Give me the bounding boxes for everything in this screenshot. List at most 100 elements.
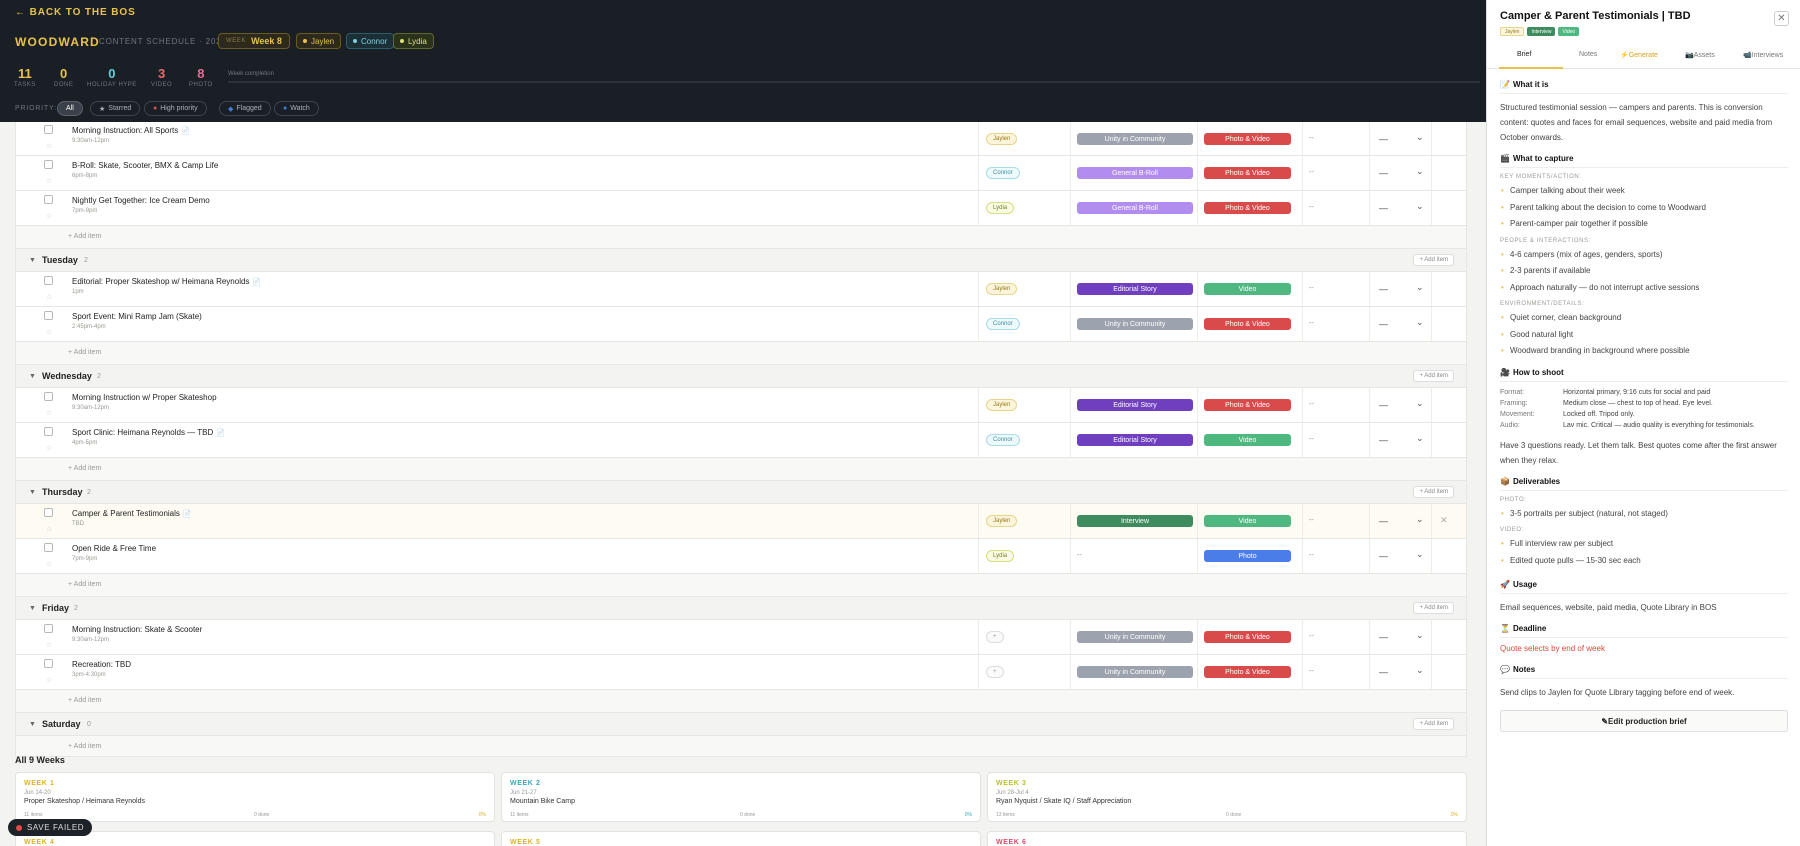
format-tag[interactable]: Photo (1204, 550, 1291, 562)
status-value[interactable]: — (1379, 551, 1388, 561)
format-tag[interactable]: Photo & Video (1204, 318, 1291, 330)
table-row[interactable]: ☆ Sport Clinic: Heimana Reynolds — TBD 📄 … (15, 423, 1467, 458)
chip-watch[interactable]: ● Watch (274, 101, 319, 116)
day-header-wednesday[interactable]: ▼ Wednesday 2 + Add item (15, 365, 1467, 388)
row-checkbox[interactable] (44, 311, 53, 320)
assignee-pill[interactable]: Jaylen (986, 133, 1018, 145)
assignee-pill[interactable]: Connor (986, 167, 1020, 179)
table-row[interactable]: ☆ Open Ride & Free Time 7pm-9pm Lydia --… (15, 539, 1467, 574)
filter-connor[interactable]: Connor (346, 33, 395, 49)
chevron-down-icon[interactable]: ⌄ (1416, 282, 1424, 293)
row-checkbox[interactable] (44, 624, 53, 633)
due-value[interactable]: -- (1309, 320, 1314, 327)
due-value[interactable]: -- (1309, 285, 1314, 292)
collapse-icon[interactable]: ▼ (29, 605, 36, 612)
add-item-button[interactable]: + Add item (68, 581, 101, 588)
star-icon[interactable]: ☆ (46, 328, 52, 336)
star-icon[interactable]: ☆ (46, 293, 52, 301)
category-tag[interactable]: General B-Roll (1077, 202, 1193, 214)
format-tag[interactable]: Photo & Video (1204, 666, 1291, 678)
table-row-selected[interactable]: ☆ Camper & Parent Testimonials 📄 TBD Jayl… (15, 504, 1467, 539)
status-value[interactable]: — (1379, 400, 1388, 410)
tab-generate[interactable]: ⚡Generate (1620, 51, 1658, 59)
filter-jaylen[interactable]: Jaylen (296, 33, 342, 49)
category-tag[interactable]: Unity in Community (1077, 318, 1193, 330)
add-item-button[interactable]: + Add item (68, 465, 101, 472)
week-card[interactable]: WEEK 2 Jun 21-27 Mountain Bike Camp 11 i… (501, 772, 981, 822)
status-value[interactable]: — (1379, 319, 1388, 329)
row-title[interactable]: Recreation: TBD (72, 660, 131, 669)
chevron-down-icon[interactable]: ⌄ (1416, 630, 1424, 641)
save-status-toast[interactable]: SAVE FAILED (8, 819, 93, 836)
filter-lydia[interactable]: Lydia (393, 33, 434, 49)
due-value[interactable]: -- (1309, 436, 1314, 443)
row-title[interactable]: Nightly Get Together: Ice Cream Demo (72, 196, 210, 205)
row-checkbox[interactable] (44, 392, 53, 401)
table-row[interactable]: ☆ Recreation: TBD 3pm-4:30pm + Unity in … (15, 655, 1467, 690)
star-icon[interactable]: ☆ (46, 212, 52, 220)
format-tag[interactable]: Photo & Video (1204, 167, 1291, 179)
due-value[interactable]: -- (1309, 668, 1314, 675)
table-row[interactable]: ☆ Nightly Get Together: Ice Cream Demo 7… (15, 191, 1467, 226)
add-item-button[interactable]: + Add item (1413, 370, 1454, 382)
due-value[interactable]: -- (1309, 169, 1314, 176)
row-checkbox[interactable] (44, 195, 53, 204)
add-item-button[interactable]: + Add item (68, 233, 101, 240)
format-tag[interactable]: Photo & Video (1204, 631, 1291, 643)
due-value[interactable]: -- (1309, 633, 1314, 640)
add-item-button[interactable]: + Add item (68, 349, 101, 356)
assignee-pill[interactable]: Connor (986, 318, 1020, 330)
tab-brief[interactable]: Brief (1517, 51, 1531, 58)
row-title[interactable]: Morning Instruction w/ Proper Skateshop (72, 393, 217, 402)
week-card[interactable]: WEEK 6 (987, 831, 1467, 846)
collapse-icon[interactable]: ▼ (29, 489, 36, 496)
add-item-row[interactable]: + Add item (15, 458, 1467, 481)
chip-high-priority[interactable]: ● High priority (144, 101, 207, 116)
remove-row-icon[interactable]: ✕ (1440, 515, 1448, 526)
row-checkbox[interactable] (44, 543, 53, 552)
assignee-pill[interactable]: Connor (986, 434, 1020, 446)
table-row[interactable]: ☆ Morning Instruction: All Sports 📄 9:30a… (15, 122, 1467, 156)
add-item-button[interactable]: + Add item (1413, 486, 1454, 498)
assignee-pill[interactable]: Jaylen (986, 283, 1018, 295)
due-value[interactable]: -- (1309, 401, 1314, 408)
due-value[interactable]: -- (1309, 204, 1314, 211)
edit-brief-button[interactable]: ✎ Edit production brief (1500, 710, 1788, 732)
row-checkbox[interactable] (44, 160, 53, 169)
row-title[interactable]: Sport Clinic: Heimana Reynolds — TBD 📄 (72, 428, 225, 437)
star-icon[interactable]: ☆ (46, 525, 52, 533)
day-header-saturday[interactable]: ▼ Saturday 0 + Add item (15, 713, 1467, 736)
star-icon[interactable]: ☆ (46, 177, 52, 185)
day-header-thursday[interactable]: ▼ Thursday 2 + Add item (15, 481, 1467, 504)
add-item-button[interactable]: + Add item (68, 743, 101, 750)
add-item-row[interactable]: + Add item (15, 690, 1467, 713)
collapse-icon[interactable]: ▼ (29, 373, 36, 380)
assignee-pill[interactable]: Jaylen (986, 515, 1018, 527)
add-item-row[interactable]: + Add item (15, 226, 1467, 249)
row-checkbox[interactable] (44, 125, 53, 134)
row-checkbox[interactable] (44, 508, 53, 517)
row-title[interactable]: Morning Instruction: Skate & Scooter (72, 625, 202, 634)
due-value[interactable]: -- (1309, 552, 1314, 559)
row-title[interactable]: Camper & Parent Testimonials 📄 (72, 509, 192, 518)
due-value[interactable]: -- (1309, 135, 1314, 142)
category-tag[interactable]: Unity in Community (1077, 666, 1193, 678)
status-value[interactable]: — (1379, 284, 1388, 294)
row-checkbox[interactable] (44, 659, 53, 668)
category-tag[interactable]: Unity in Community (1077, 133, 1193, 145)
back-link[interactable]: ← BACK TO THE BOS (15, 7, 136, 18)
status-value[interactable]: — (1379, 168, 1388, 178)
due-value[interactable]: -- (1309, 517, 1314, 524)
row-checkbox[interactable] (44, 276, 53, 285)
chevron-down-icon[interactable]: ⌄ (1416, 514, 1424, 525)
assignee-add[interactable]: + (986, 666, 1004, 678)
row-title[interactable]: Open Ride & Free Time (72, 544, 156, 553)
category-tag[interactable]: Editorial Story (1077, 283, 1193, 295)
chip-all[interactable]: All (57, 101, 83, 116)
format-tag[interactable]: Video (1204, 283, 1291, 295)
format-tag[interactable]: Photo & Video (1204, 202, 1291, 214)
week-card[interactable]: WEEK 3 Jun 28-Jul 4 Ryan Nyquist / Skate… (987, 772, 1467, 822)
collapse-icon[interactable]: ▼ (29, 721, 36, 728)
row-title[interactable]: Sport Event: Mini Ramp Jam (Skate) (72, 312, 202, 321)
status-value[interactable]: — (1379, 516, 1388, 526)
